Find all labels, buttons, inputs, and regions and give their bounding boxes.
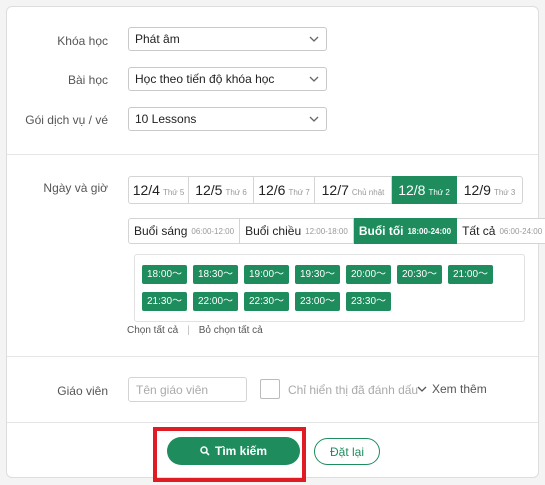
search-icon (200, 446, 210, 456)
see-more-label: Xem thêm (432, 382, 487, 396)
time-slot[interactable]: 23:30〜 (346, 292, 391, 311)
date-tab[interactable]: 12/9 Thứ 3 (457, 176, 523, 204)
time-slot[interactable]: 20:00〜 (346, 265, 391, 284)
schedule-label: Ngày và giờ (43, 181, 108, 195)
session-tab-all[interactable]: Tất cả 06:00-24:00 (457, 218, 545, 244)
time-slot-grid: 18:00〜 18:30〜 19:00〜 19:30〜 20:00〜 20:30… (134, 254, 525, 322)
time-slot[interactable]: 22:30〜 (244, 292, 289, 311)
time-slot[interactable]: 21:30〜 (142, 292, 187, 311)
package-select[interactable]: 10 Lessons (128, 107, 327, 131)
date-tabs: 12/4 Thứ 5 12/5 Thứ 6 12/6 Thứ 7 12/7 Chủ nh… (128, 176, 523, 204)
session-tab-evening[interactable]: Buổi tối 18:00-24:00 (353, 218, 458, 244)
date-tab[interactable]: 12/6 Thứ 7 (254, 176, 315, 204)
course-label: Khóa học (57, 34, 108, 48)
time-slot[interactable]: 18:30〜 (193, 265, 238, 284)
time-slot[interactable]: 22:00〜 (193, 292, 238, 311)
divider (7, 422, 538, 423)
teacher-label: Giáo viên (57, 384, 108, 398)
time-slot[interactable]: 19:30〜 (295, 265, 340, 284)
date-tab[interactable]: 12/7 Chủ nhật (315, 176, 392, 204)
bookmark-only-checkbox[interactable] (260, 379, 280, 399)
course-value: Phát âm (135, 32, 180, 46)
reset-button-label: Đặt lại (329, 444, 364, 459)
deselect-all-link[interactable]: Bỏ chọn tất cả (199, 325, 263, 336)
lesson-label: Bài học (67, 73, 108, 87)
divider (7, 154, 538, 155)
package-value: 10 Lessons (135, 112, 197, 126)
time-slot[interactable]: 18:00〜 (142, 265, 187, 284)
search-button-label: Tìm kiếm (214, 444, 268, 458)
date-tab-active[interactable]: 12/8 Thứ 2 (392, 176, 457, 204)
chevron-down-icon (417, 386, 427, 392)
lesson-select[interactable]: Học theo tiến độ khóa học (128, 67, 327, 91)
search-button[interactable]: Tìm kiếm (167, 437, 300, 465)
lesson-value: Học theo tiến độ khóa học (135, 72, 275, 86)
chevron-down-icon (309, 36, 319, 42)
bookmark-only-label: Chỉ hiển thị đã đánh dấu (288, 383, 419, 397)
time-slot[interactable]: 20:30〜 (397, 265, 442, 284)
time-slot[interactable]: 19:00〜 (244, 265, 289, 284)
teacher-name-input[interactable] (128, 377, 247, 402)
session-tab-morning[interactable]: Buổi sáng 06:00-12:00 (128, 218, 241, 244)
date-tab[interactable]: 12/5 Thứ 6 (189, 176, 254, 204)
slot-selection-links: Chọn tất cả | Bỏ chọn tất cả (127, 325, 263, 336)
chevron-down-icon (309, 76, 319, 82)
divider: | (187, 325, 190, 336)
course-select[interactable]: Phát âm (128, 27, 327, 51)
date-tab[interactable]: 12/4 Thứ 5 (128, 176, 189, 204)
select-all-link[interactable]: Chọn tất cả (127, 325, 178, 336)
see-more-toggle[interactable]: Xem thêm (417, 382, 487, 396)
time-slot[interactable]: 21:00〜 (448, 265, 493, 284)
session-tabs: Buổi sáng 06:00-12:00 Buổi chiều 12:00-18:… (128, 218, 545, 244)
reset-button[interactable]: Đặt lại (314, 438, 380, 465)
divider (7, 356, 538, 357)
time-slot[interactable]: 23:00〜 (295, 292, 340, 311)
package-label: Gói dịch vụ / vé (25, 113, 108, 127)
search-panel: Khóa học Phát âm Bài học Học theo tiến đ… (6, 6, 545, 482)
session-tab-afternoon[interactable]: Buổi chiều 12:00-18:00 (240, 218, 354, 244)
chevron-down-icon (309, 116, 319, 122)
